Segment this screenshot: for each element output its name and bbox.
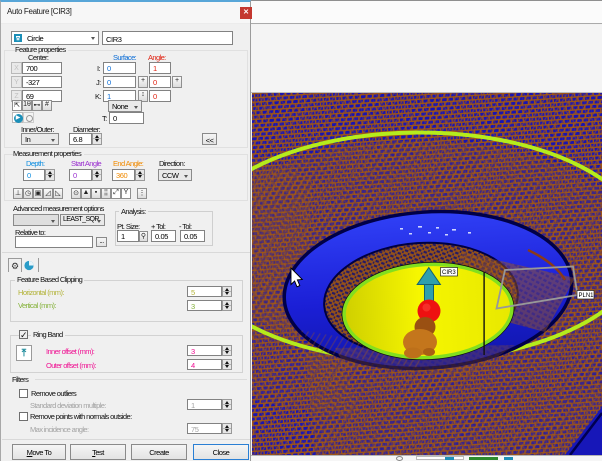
- svg-text:PLN1: PLN1: [579, 293, 595, 299]
- svg-text:CIR3: CIR3: [442, 270, 456, 276]
